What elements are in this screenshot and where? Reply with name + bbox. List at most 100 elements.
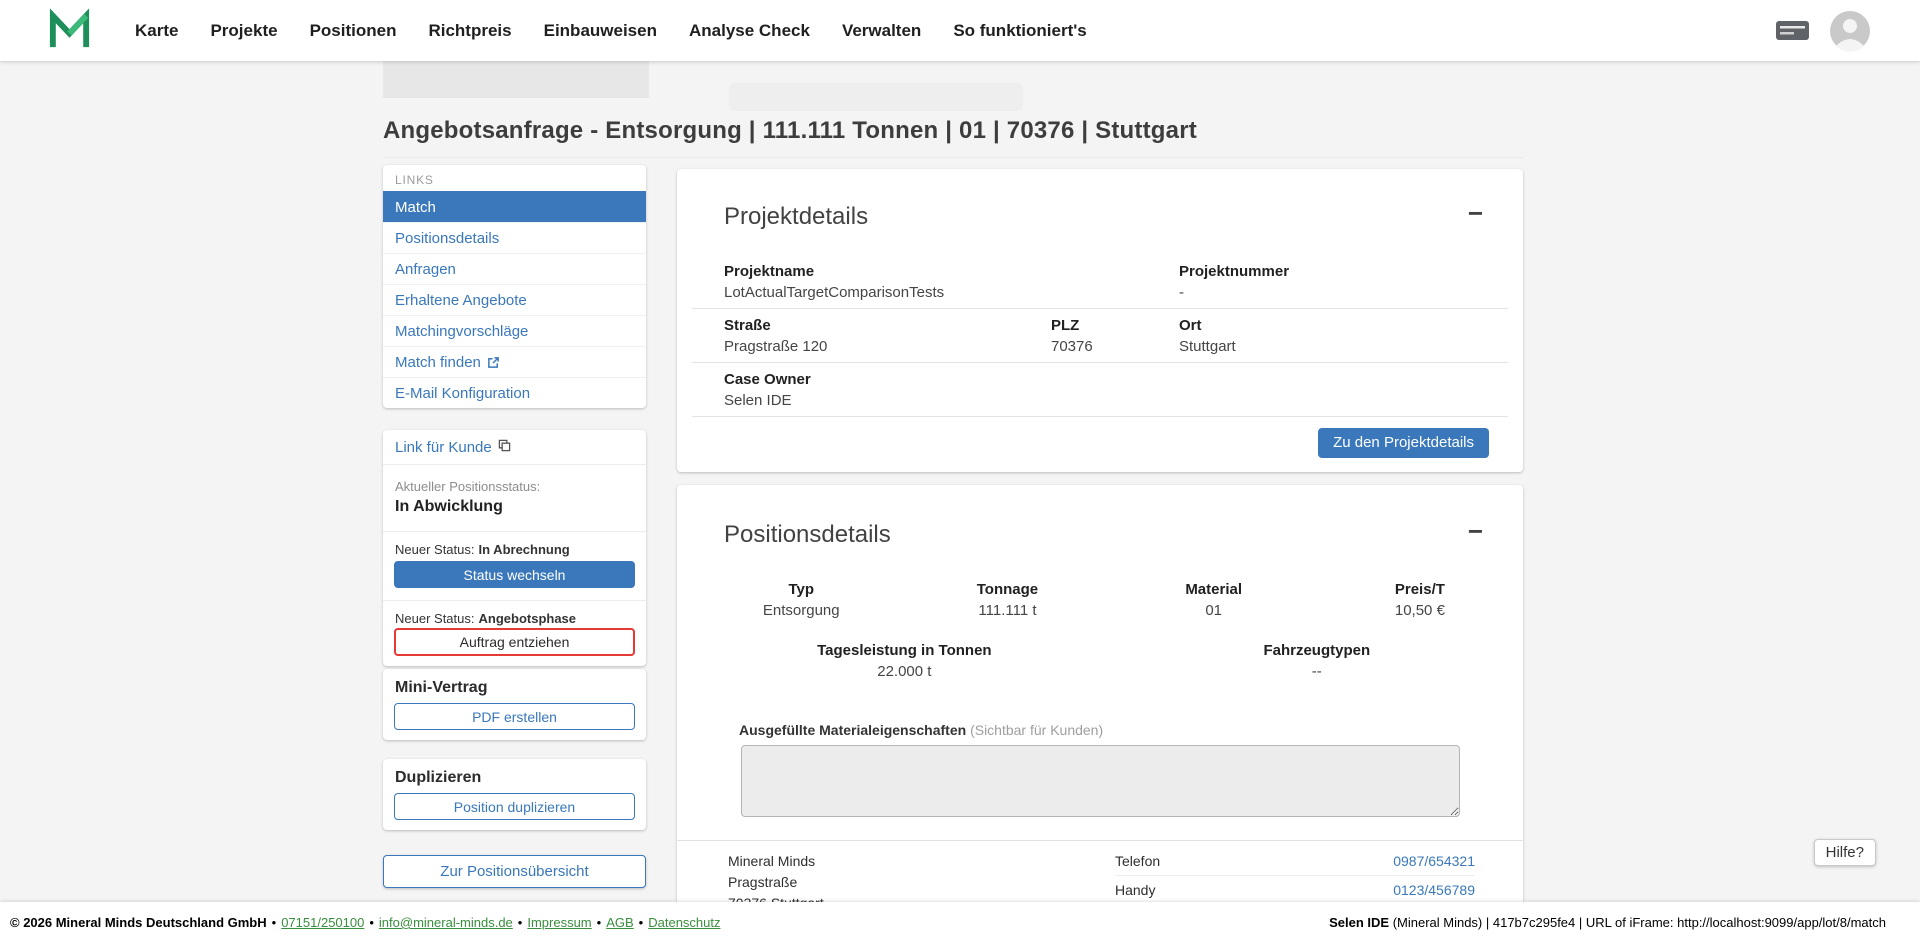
field-label: PLZ <box>1051 317 1179 334</box>
app-root: Karte Projekte Positionen Richtpreis Ein… <box>0 0 1920 943</box>
sidebar-item-matchingvorschlaege[interactable]: Matchingvorschläge <box>383 315 646 346</box>
field-label: Case Owner <box>724 371 1508 388</box>
footer-email-link[interactable]: info@mineral-minds.de <box>379 915 513 930</box>
field-preis: Preis/T 10,50 € <box>1317 581 1523 619</box>
field-label: Projektname <box>724 263 1179 280</box>
zu-den-projektdetails-button[interactable]: Zu den Projektdetails <box>1318 428 1489 458</box>
sidebar-item-label: Match finden <box>395 354 481 371</box>
field-value: Pragstraße 120 <box>724 338 1051 355</box>
material-props-textarea[interactable] <box>741 745 1460 817</box>
handy-link[interactable]: 0123/456789 <box>1393 882 1475 898</box>
field-value: -- <box>1111 663 1523 680</box>
title-divider <box>383 157 1523 158</box>
nav-item-einbauweisen[interactable]: Einbauweisen <box>544 21 657 41</box>
collapse-icon[interactable]: − <box>1468 521 1483 541</box>
duplizieren-card: Duplizieren Position duplizieren <box>383 759 646 830</box>
material-props-hint: (Sichtbar für Kunden) <box>970 722 1103 738</box>
positionsdetails-fields-row1: Typ Entsorgung Tonnage 111.111 t Materia… <box>677 581 1523 619</box>
field-label: Material <box>1111 581 1317 598</box>
table-row: Projektname LotActualTargetComparisonTes… <box>692 251 1508 309</box>
main-nav: Karte Projekte Positionen Richtpreis Ein… <box>135 21 1087 41</box>
field-label: Ort <box>1179 317 1508 334</box>
next-status-label: Neuer Status: <box>395 542 475 557</box>
footer-phone-link[interactable]: 07151/250100 <box>281 915 364 930</box>
footer-user: Selen IDE <box>1329 915 1389 930</box>
nav-item-so-funktionierts[interactable]: So funktioniert's <box>953 21 1086 41</box>
projektdetails-actions: Zu den Projektdetails <box>677 417 1523 458</box>
contact-row-telefon: Telefon 0987/654321 <box>1115 851 1475 876</box>
field-label: Fahrzeugtypen <box>1111 642 1523 659</box>
auftrag-entziehen-button[interactable]: Auftrag entziehen <box>394 628 635 656</box>
field-ort: Ort Stuttgart <box>1179 317 1508 355</box>
loading-skeleton <box>729 83 1023 111</box>
material-props-label-text: Ausgefüllte Materialeigenschaften <box>739 722 966 738</box>
footer-agb-link[interactable]: AGB <box>606 915 633 930</box>
contact-street: Pragstraße <box>728 872 824 893</box>
page-title: Angebotsanfrage - Entsorgung | 111.111 T… <box>383 117 1197 145</box>
external-link-icon <box>487 356 500 369</box>
nav-item-verwalten[interactable]: Verwalten <box>842 21 921 41</box>
field-value: 70376 <box>1051 338 1179 355</box>
current-status-label: Aktueller Positionsstatus: <box>395 479 634 494</box>
nav-item-analyse-check[interactable]: Analyse Check <box>689 21 810 41</box>
sidebar-item-match-finden[interactable]: Match finden <box>383 346 646 377</box>
sidebar-item-label: Matchingvorschläge <box>395 323 528 340</box>
field-label: Preis/T <box>1317 581 1523 598</box>
customer-link[interactable]: Link für Kunde <box>383 430 646 464</box>
field-label: Typ <box>698 581 904 598</box>
sidebar-item-match[interactable]: Match <box>383 191 646 222</box>
nav-item-projekte[interactable]: Projekte <box>210 21 277 41</box>
next-status-line: Neuer Status: In Abrechnung <box>383 532 646 557</box>
material-props-label: Ausgefüllte Materialeigenschaften (Sicht… <box>739 722 1523 738</box>
separator: • <box>597 915 602 930</box>
sidebar-item-label: Erhaltene Angebote <box>395 292 527 309</box>
field-tagesleistung: Tagesleistung in Tonnen 22.000 t <box>698 642 1110 680</box>
sidebar-status-card: Link für Kunde Aktueller Positionsstatus… <box>383 430 646 666</box>
duplizieren-title: Duplizieren <box>383 759 646 787</box>
footer-datenschutz-link[interactable]: Datenschutz <box>648 915 720 930</box>
pdf-erstellen-button[interactable]: PDF erstellen <box>394 703 635 730</box>
nav-item-positionen[interactable]: Positionen <box>310 21 397 41</box>
sidebar-item-label: E-Mail Konfiguration <box>395 385 530 402</box>
telefon-label: Telefon <box>1115 853 1160 869</box>
current-status-block: Aktueller Positionsstatus: In Abwicklung <box>383 465 646 519</box>
user-avatar[interactable] <box>1829 10 1871 52</box>
field-value: 01 <box>1111 602 1317 619</box>
next-status-value: In Abrechnung <box>479 542 570 557</box>
handy-label: Handy <box>1115 882 1155 898</box>
mineral-minds-logo-icon[interactable] <box>46 7 93 54</box>
footer-session-details: (Mineral Minds) | 417b7c295fe4 | URL of … <box>1393 915 1886 930</box>
field-value: Entsorgung <box>698 602 904 619</box>
projektdetails-title: Projektdetails <box>724 203 868 231</box>
field-projektname: Projektname LotActualTargetComparisonTes… <box>724 263 1179 301</box>
field-value: LotActualTargetComparisonTests <box>724 284 1179 301</box>
field-fahrzeugtypen: Fahrzeugtypen -- <box>1111 642 1523 680</box>
nav-item-richtpreis[interactable]: Richtpreis <box>428 21 511 41</box>
separator: • <box>369 915 374 930</box>
field-case-owner: Case Owner Selen IDE <box>724 371 1508 409</box>
contact-row-handy: Handy 0123/456789 <box>1115 880 1475 904</box>
help-button[interactable]: Hilfe? <box>1814 839 1876 866</box>
sidebar-item-erhaltene-angebote[interactable]: Erhaltene Angebote <box>383 284 646 315</box>
positionsdetails-card: Positionsdetails − Typ Entsorgung Tonnag… <box>677 485 1523 915</box>
next-status-label: Neuer Status: <box>395 611 475 626</box>
field-label: Tagesleistung in Tonnen <box>698 642 1110 659</box>
field-value: 10,50 € <box>1317 602 1523 619</box>
nav-item-karte[interactable]: Karte <box>135 21 178 41</box>
field-strasse: Straße Pragstraße 120 <box>724 317 1051 355</box>
telefon-link[interactable]: 0987/654321 <box>1393 853 1475 869</box>
collapse-icon[interactable]: − <box>1468 203 1483 223</box>
sidebar-item-label: Positionsdetails <box>395 230 499 247</box>
status-wechseln-button[interactable]: Status wechseln <box>394 561 635 588</box>
sidebar-item-positionsdetails[interactable]: Positionsdetails <box>383 222 646 253</box>
footer-impressum-link[interactable]: Impressum <box>527 915 591 930</box>
sidebar-links-card: LINKS Match Positionsdetails Anfragen Er… <box>383 165 646 408</box>
zur-positionsuebersicht-button[interactable]: Zur Positionsübersicht <box>383 855 646 888</box>
sidebar-item-email-konfiguration[interactable]: E-Mail Konfiguration <box>383 377 646 408</box>
sidebar-item-anfragen[interactable]: Anfragen <box>383 253 646 284</box>
terminal-icon[interactable] <box>1774 17 1811 44</box>
field-value: Selen IDE <box>724 392 1508 409</box>
copy-icon <box>498 439 511 456</box>
position-duplizieren-button[interactable]: Position duplizieren <box>394 793 635 820</box>
field-value: 22.000 t <box>698 663 1110 680</box>
